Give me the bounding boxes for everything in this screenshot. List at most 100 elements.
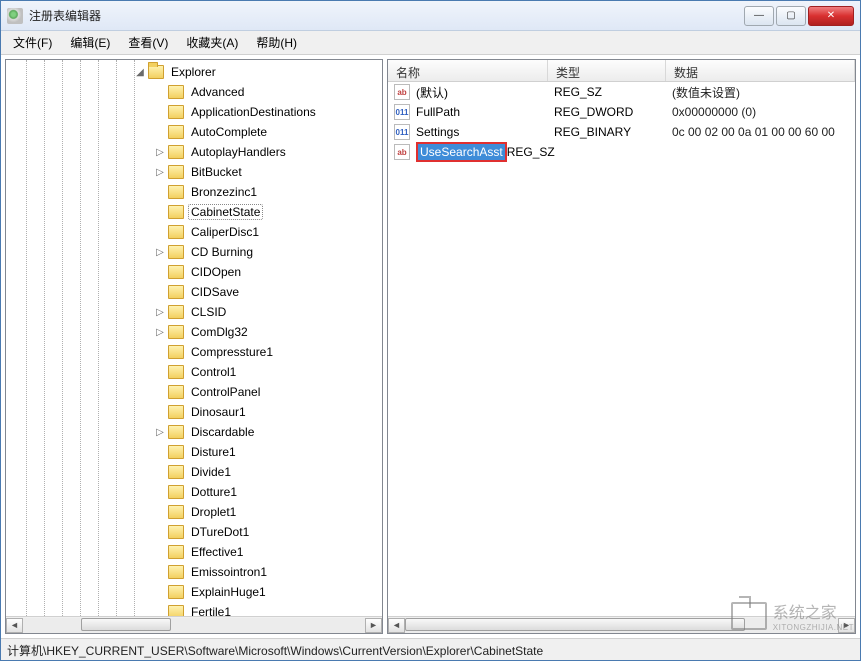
value-row[interactable]: ab(默认)REG_SZ(数值未设置) — [388, 82, 855, 102]
menu-file[interactable]: 文件(F) — [5, 31, 60, 54]
value-name: FullPath — [416, 105, 554, 119]
tree-item[interactable]: Compressture1 — [6, 342, 382, 362]
tree-item[interactable]: Dotture1 — [6, 482, 382, 502]
col-header-type[interactable]: 类型 — [548, 60, 666, 81]
maximize-button[interactable]: ▢ — [776, 6, 806, 26]
value-type: REG_SZ — [554, 85, 672, 99]
tree-label: ApplicationDestinations — [188, 104, 319, 120]
tree-item[interactable]: ▷ CD Burning — [6, 242, 382, 262]
values-header: 名称 类型 数据 — [388, 60, 855, 82]
tree-item[interactable]: CaliperDisc1 — [6, 222, 382, 242]
folder-icon — [168, 545, 184, 559]
tree-item[interactable]: Dinosaur1 — [6, 402, 382, 422]
tree-item[interactable]: Advanced — [6, 82, 382, 102]
tree-item[interactable]: AutoComplete — [6, 122, 382, 142]
tree-item[interactable]: ExplainHuge1 — [6, 582, 382, 602]
tree-label: Advanced — [188, 84, 247, 100]
menu-edit[interactable]: 编辑(E) — [62, 31, 118, 54]
scroll-thumb[interactable] — [405, 618, 745, 631]
expand-icon[interactable]: ▷ — [154, 167, 166, 178]
expand-icon[interactable]: ▷ — [154, 247, 166, 258]
regedit-icon — [7, 8, 23, 24]
scroll-thumb[interactable] — [81, 618, 171, 631]
expand-icon[interactable]: ▷ — [154, 327, 166, 338]
tree-label: Control1 — [188, 364, 239, 380]
value-type: REG_DWORD — [554, 105, 672, 119]
value-row[interactable]: 011SettingsREG_BINARY0c 00 02 00 0a 01 0… — [388, 122, 855, 142]
tree-label: ComDlg32 — [188, 324, 251, 340]
tree-item[interactable]: CIDSave — [6, 282, 382, 302]
tree-item[interactable]: Bronzezinc1 — [6, 182, 382, 202]
titlebar[interactable]: 注册表编辑器 — ▢ ✕ — [1, 1, 860, 31]
tree-hscrollbar[interactable]: ◄ ► — [6, 616, 382, 633]
registry-tree[interactable]: ◢ Explorer Advanced ApplicationDestinatio… — [6, 60, 382, 616]
minimize-button[interactable]: — — [744, 6, 774, 26]
folder-icon — [168, 305, 184, 319]
tree-label: CIDOpen — [188, 264, 244, 280]
scroll-right-icon[interactable]: ► — [365, 618, 382, 633]
close-button[interactable]: ✕ — [808, 6, 854, 26]
tree-item[interactable]: ▷AutoplayHandlers — [6, 142, 382, 162]
tree-label: DTureDot1 — [188, 524, 252, 540]
tree-item[interactable]: ApplicationDestinations — [6, 102, 382, 122]
string-value-icon: ab — [394, 144, 410, 160]
scroll-track[interactable] — [23, 618, 365, 633]
folder-open-icon — [148, 65, 164, 79]
tree-item[interactable]: DTureDot1 — [6, 522, 382, 542]
tree-item[interactable]: CabinetState — [6, 202, 382, 222]
tree-item[interactable]: ▷CLSID — [6, 302, 382, 322]
expand-icon[interactable]: ▷ — [154, 307, 166, 318]
tree-item[interactable]: Disture1 — [6, 442, 382, 462]
col-header-name[interactable]: 名称 — [388, 60, 548, 81]
menu-favorites[interactable]: 收藏夹(A) — [178, 31, 246, 54]
folder-icon — [168, 125, 184, 139]
tree-item-explorer[interactable]: ◢ Explorer — [6, 62, 382, 82]
scroll-right-icon[interactable]: ► — [838, 618, 855, 633]
tree-item[interactable]: CIDOpen — [6, 262, 382, 282]
tree-item[interactable]: Effective1 — [6, 542, 382, 562]
window-title: 注册表编辑器 — [29, 7, 744, 24]
scroll-track[interactable] — [405, 618, 838, 633]
scroll-left-icon[interactable]: ◄ — [388, 618, 405, 633]
registry-editor-window: 注册表编辑器 — ▢ ✕ 文件(F) 编辑(E) 查看(V) 收藏夹(A) 帮助… — [0, 0, 861, 661]
values-list[interactable]: ab(默认)REG_SZ(数值未设置)011FullPathREG_DWORD0… — [388, 82, 855, 616]
folder-icon — [168, 285, 184, 299]
folder-icon — [168, 485, 184, 499]
scroll-left-icon[interactable]: ◄ — [6, 618, 23, 633]
tree-item[interactable]: ▷Discardable — [6, 422, 382, 442]
tree-item[interactable]: Control1 — [6, 362, 382, 382]
value-row[interactable]: abUseSearchAsstREG_SZ — [388, 142, 855, 162]
folder-icon — [168, 525, 184, 539]
menu-view[interactable]: 查看(V) — [120, 31, 176, 54]
tree-item[interactable]: Divide1 — [6, 462, 382, 482]
tree-label: Explorer — [168, 64, 219, 80]
tree-label: CD Burning — [188, 244, 256, 260]
values-pane: 名称 类型 数据 ab(默认)REG_SZ(数值未设置)011FullPathR… — [387, 59, 856, 634]
menubar: 文件(F) 编辑(E) 查看(V) 收藏夹(A) 帮助(H) — [1, 31, 860, 55]
value-name: Settings — [416, 125, 554, 139]
tree-item[interactable]: Droplet1 — [6, 502, 382, 522]
value-row[interactable]: 011FullPathREG_DWORD0x00000000 (0) — [388, 102, 855, 122]
tree-label: Bronzezinc1 — [188, 184, 260, 200]
value-data: 0x00000000 (0) — [672, 105, 855, 119]
statusbar: 计算机\HKEY_CURRENT_USER\Software\Microsoft… — [1, 638, 860, 660]
tree-item[interactable]: Fertile1 — [6, 602, 382, 616]
tree-label: Divide1 — [188, 464, 234, 480]
col-header-data[interactable]: 数据 — [666, 60, 855, 81]
value-name: (默认) — [416, 84, 554, 101]
tree-item[interactable]: Emissointron1 — [6, 562, 382, 582]
tree-label: BitBucket — [188, 164, 245, 180]
expand-icon[interactable]: ▷ — [154, 427, 166, 438]
folder-icon — [168, 405, 184, 419]
tree-item[interactable]: ▷ ComDlg32 — [6, 322, 382, 342]
tree-label: CabinetState — [188, 204, 263, 220]
tree-item[interactable]: ControlPanel — [6, 382, 382, 402]
value-name[interactable]: UseSearchAsst — [416, 142, 507, 162]
tree-label: Compressture1 — [188, 344, 276, 360]
tree-item[interactable]: ▷ BitBucket — [6, 162, 382, 182]
expand-icon[interactable]: ▷ — [154, 147, 166, 158]
values-hscrollbar[interactable]: ◄ ► — [388, 616, 855, 633]
tree-label: Fertile1 — [188, 604, 234, 616]
menu-help[interactable]: 帮助(H) — [248, 31, 305, 54]
collapse-icon[interactable]: ◢ — [134, 67, 146, 78]
